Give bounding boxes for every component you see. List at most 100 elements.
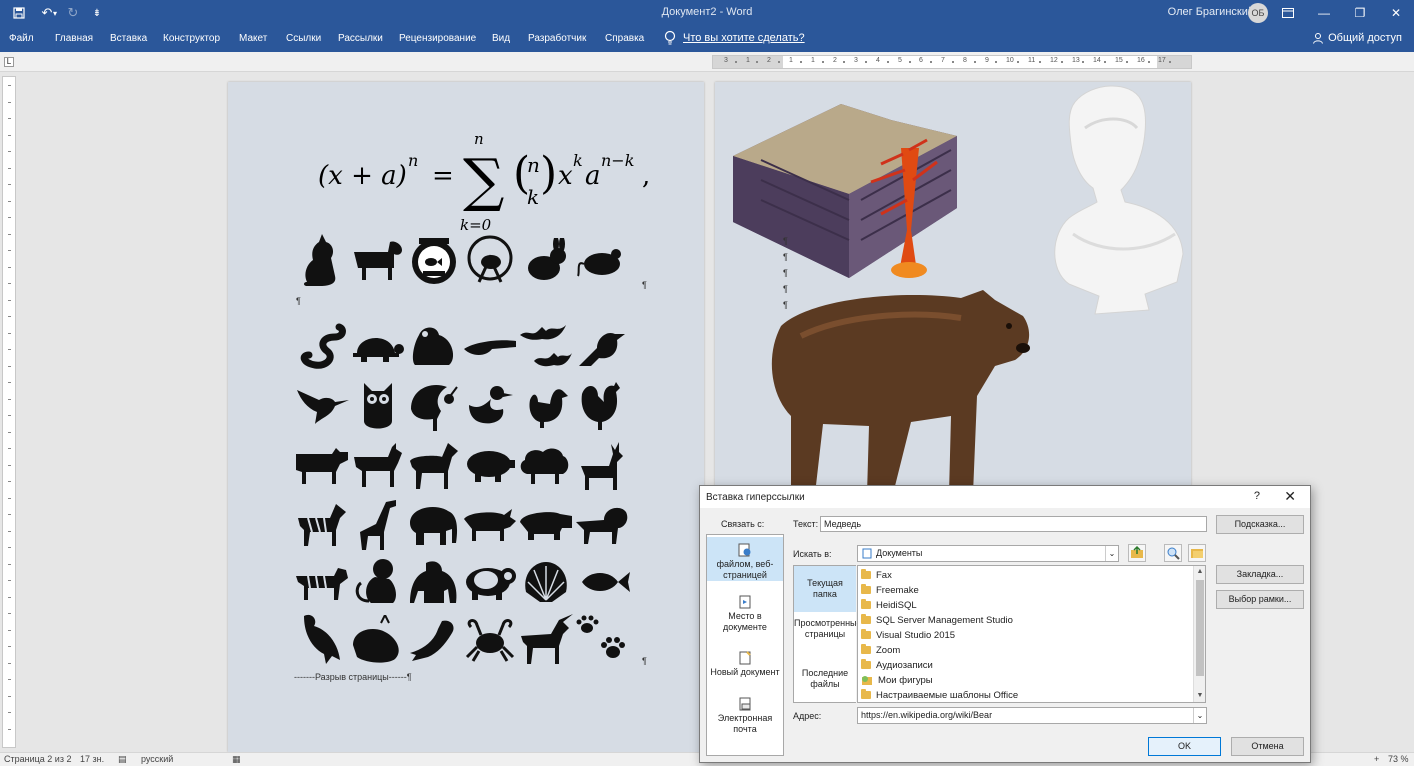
look-in-dropdown[interactable]: Документы (857, 545, 1119, 562)
tab-selector[interactable]: L (4, 57, 14, 67)
rabbit-icon[interactable] (518, 232, 574, 288)
horse-icon[interactable] (406, 438, 462, 494)
ribbon-display-options-icon[interactable] (1270, 0, 1306, 26)
list-item[interactable]: SQL Server Management Studio (861, 613, 1013, 627)
link-to-email[interactable]: Электронная почта (707, 693, 783, 737)
fish-icon[interactable] (574, 554, 630, 610)
paw-prints-icon[interactable] (574, 612, 630, 668)
tab-layout[interactable]: Макет (239, 33, 267, 44)
link-to-file-web[interactable]: файлом, веб-страницей (707, 537, 783, 581)
cancel-button[interactable]: Отмена (1231, 737, 1304, 756)
hummingbird-icon[interactable] (294, 378, 350, 434)
dog-icon[interactable] (350, 232, 406, 288)
unicorn-icon[interactable] (518, 612, 574, 668)
bust-statue-image[interactable] (1045, 84, 1187, 316)
help-icon[interactable]: ? (1254, 490, 1260, 502)
macro-record-icon[interactable]: ▦ (232, 754, 241, 765)
rooster-icon[interactable] (574, 378, 630, 434)
panda-icon[interactable] (462, 554, 518, 610)
pig-icon[interactable] (462, 438, 518, 494)
list-item[interactable]: Visual Studio 2015 (861, 628, 955, 642)
address-input[interactable]: https://en.wikipedia.org/wiki/Bear (857, 707, 1207, 724)
frog-icon[interactable] (406, 318, 462, 374)
page-count[interactable]: Страница 2 из 2 (4, 754, 71, 764)
crow-icon[interactable] (574, 318, 630, 374)
sheep-icon[interactable] (518, 438, 574, 494)
tell-me-search[interactable]: Что вы хотите сделать? (683, 32, 805, 44)
horizontal-ruler[interactable]: 3 1 2 1 1 2 3 4 5 6 7 8 9 10 11 12 13 14 15 16 17 (712, 55, 1192, 69)
file-list[interactable]: Fax Freemake HeidiSQL SQL Server Managem… (857, 565, 1206, 703)
char-count[interactable]: 17 зн. (80, 754, 104, 764)
zoom-level[interactable]: 73 % (1388, 754, 1409, 764)
list-item[interactable]: Zoom (861, 643, 900, 657)
monkey-icon[interactable] (350, 554, 406, 610)
list-item[interactable]: Мои фигуры (861, 673, 933, 687)
tab-current-folder[interactable]: Текущая папка (794, 566, 856, 612)
shell-icon[interactable] (518, 554, 574, 610)
list-item[interactable]: Аудиозаписи (861, 658, 933, 672)
bats-icon[interactable] (518, 318, 574, 374)
tab-insert[interactable]: Вставка (110, 33, 147, 44)
lion-icon[interactable] (574, 496, 630, 552)
close-icon[interactable]: ✕ (1378, 0, 1414, 26)
hippo-icon[interactable] (518, 496, 574, 552)
user-name[interactable]: Олег Брагинский (1168, 6, 1254, 18)
list-item[interactable]: Настраиваемые шаблоны Office (861, 688, 1018, 702)
tab-home[interactable]: Главная (55, 33, 93, 44)
duck-icon[interactable] (462, 378, 518, 434)
language[interactable]: русский (141, 754, 173, 764)
up-folder-button[interactable] (1128, 544, 1146, 562)
hamster-wheel-icon[interactable] (462, 232, 518, 288)
tiger-icon[interactable] (294, 554, 350, 610)
tab-review[interactable]: Рецензирование (399, 33, 476, 44)
crab-icon[interactable] (462, 612, 518, 668)
zebra-icon[interactable] (294, 496, 350, 552)
chevron-down-icon[interactable]: ⌄ (1193, 708, 1206, 723)
browse-file-button[interactable] (1188, 544, 1206, 562)
page-1[interactable]: (x + a) n = ∑ n k=0 ( n k ) x k a n−k , (228, 82, 704, 752)
tab-file[interactable]: Файл (9, 33, 34, 44)
crocodile-icon[interactable] (462, 318, 518, 374)
chevron-down-icon[interactable]: ⌄ (1105, 546, 1118, 561)
tab-recent-files[interactable]: Последние файлы (794, 664, 856, 702)
cow-icon[interactable] (294, 438, 350, 494)
proofing-icon[interactable]: ▤ (118, 754, 127, 765)
avatar[interactable]: ОБ (1248, 3, 1268, 23)
tab-help[interactable]: Справка (605, 33, 644, 44)
tab-design[interactable]: Конструктор (163, 33, 220, 44)
deer-icon[interactable] (574, 438, 630, 494)
elephant-icon[interactable] (406, 496, 462, 552)
turtle-icon[interactable] (350, 318, 406, 374)
tab-developer[interactable]: Разработчик (528, 33, 586, 44)
mouse-icon[interactable] (574, 232, 630, 288)
tab-mailings[interactable]: Рассылки (338, 33, 383, 44)
hen-icon[interactable] (518, 378, 574, 434)
snake-icon[interactable] (294, 318, 350, 374)
restore-icon[interactable]: ❐ (1342, 0, 1378, 26)
link-to-new-document[interactable]: Новый документ (707, 647, 783, 683)
list-item[interactable]: Freemake (861, 583, 919, 597)
target-frame-button[interactable]: Выбор рамки... (1216, 590, 1304, 609)
file-list-scrollbar[interactable]: ▲ ▼ (1193, 566, 1205, 702)
owl-icon[interactable] (350, 378, 406, 434)
screentip-button[interactable]: Подсказка... (1216, 515, 1304, 534)
goat-icon[interactable] (350, 438, 406, 494)
list-item[interactable]: HeidiSQL (861, 598, 917, 612)
list-item[interactable]: Fax (861, 568, 892, 582)
seal-icon[interactable] (406, 612, 462, 668)
tab-browsed-pages[interactable]: Просмотренные страницы (794, 614, 862, 654)
minimize-icon[interactable]: — (1306, 0, 1342, 26)
zoom-in-icon[interactable]: + (1374, 754, 1379, 764)
whale-icon[interactable] (350, 612, 406, 668)
cat-icon[interactable] (294, 232, 350, 288)
rhino-icon[interactable] (462, 496, 518, 552)
link-to-place-in-document[interactable]: Место в документе (707, 591, 783, 635)
browse-web-button[interactable] (1164, 544, 1182, 562)
binomial-formula[interactable]: (x + a) n = ∑ n k=0 ( n k ) x k a n−k , (308, 122, 668, 232)
text-to-display-input[interactable]: Медведь (820, 516, 1207, 532)
gorilla-icon[interactable] (406, 554, 462, 610)
bear-image[interactable] (761, 286, 1041, 496)
bookmark-button[interactable]: Закладка... (1216, 565, 1304, 584)
vertical-ruler[interactable] (2, 76, 16, 748)
scroll-up-icon[interactable]: ▲ (1194, 566, 1205, 578)
